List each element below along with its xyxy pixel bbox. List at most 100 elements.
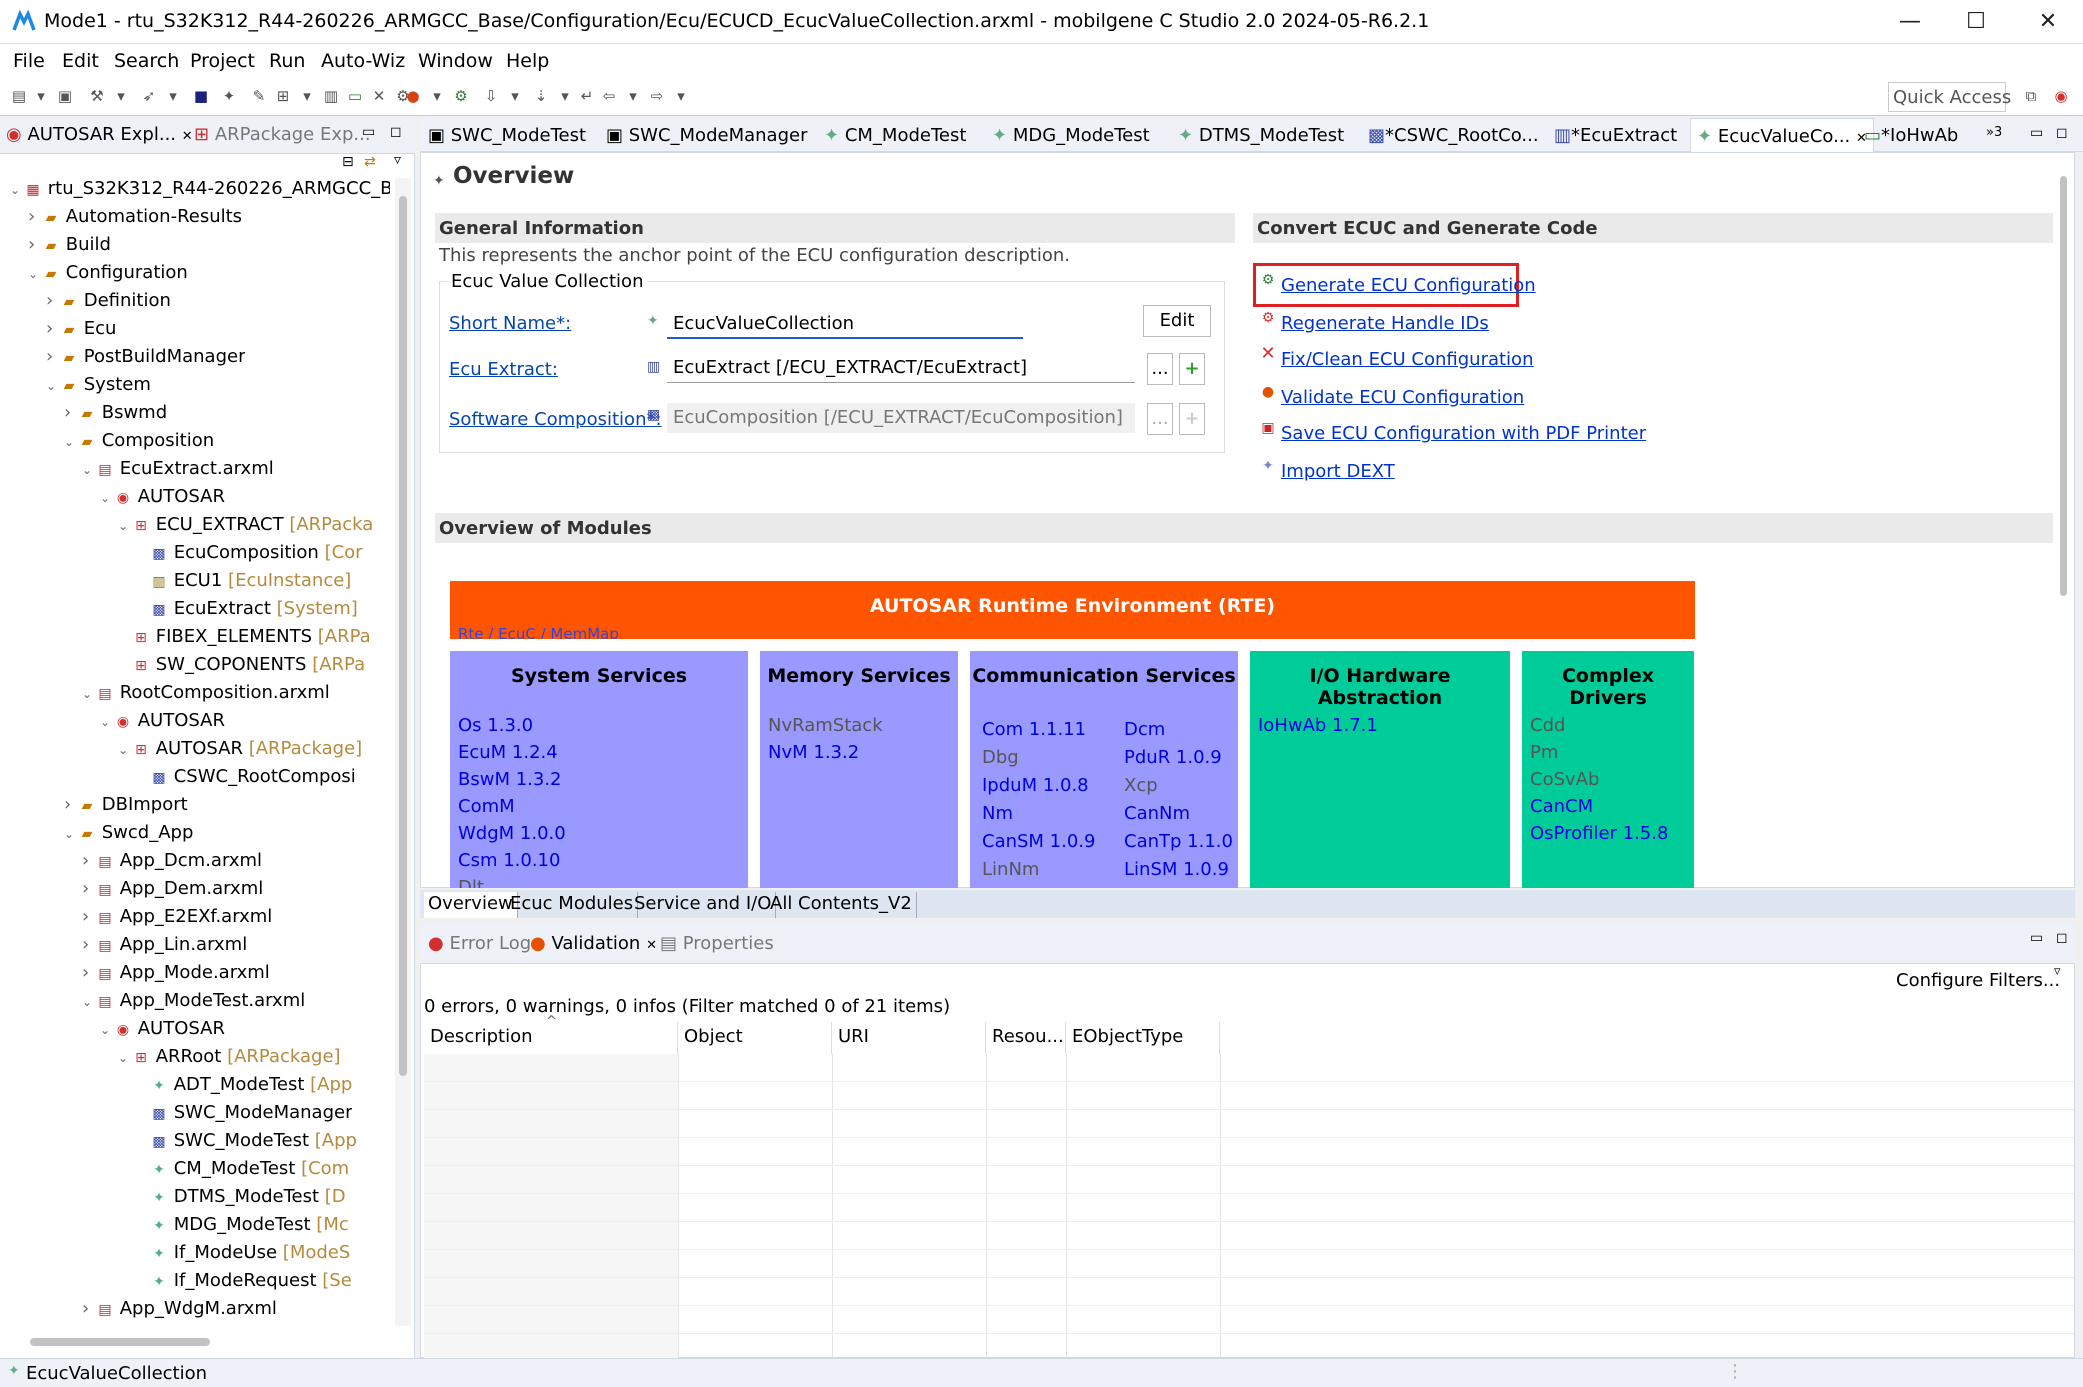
expand-chevron-icon[interactable]: › [82,931,96,959]
tree-vertical-scrollbar[interactable] [395,178,411,1326]
tab-properties[interactable]: ▤ Properties [660,933,774,954]
module-cansm[interactable]: CanSM 1.0.9 [982,831,1095,852]
generate-ecu-configuration-link[interactable]: Generate ECU Configuration [1281,275,1536,296]
maximize-button[interactable]: ☐ [1946,6,2006,38]
minimize-view-icon[interactable]: ▭ [362,124,375,140]
dropdown-arrow-icon[interactable]: ▾ [506,87,524,105]
expand-chevron-icon[interactable]: › [82,959,96,987]
collapse-chevron-icon[interactable]: ⌄ [10,176,24,203]
module-pm[interactable]: Pm [1530,742,1558,763]
column-object[interactable]: Object [678,1022,832,1054]
scroll-thumb[interactable] [399,196,407,1076]
collapse-chevron-icon[interactable]: ⌄ [64,428,78,455]
module-bswm[interactable]: BswM 1.3.2 [458,769,562,790]
tree-item[interactable]: › ▤ App_Lin.arxml [82,931,247,959]
tree-item[interactable]: ⌄ ▰ Composition [64,427,214,455]
tree-item[interactable]: › ▰ Definition [46,287,171,315]
expand-chevron-icon[interactable]: › [82,875,96,903]
expand-chevron-icon[interactable]: › [82,1295,96,1323]
tab-iohwab[interactable]: ▭*IoHwAb [1864,125,1958,146]
collapse-chevron-icon[interactable]: ⌄ [118,512,132,539]
software-composition-label[interactable]: Software Composition*: [449,409,662,430]
maximize-view-icon[interactable]: ◻ [390,124,402,140]
module-xcp[interactable]: Xcp [1124,775,1158,796]
module-dlt[interactable]: Dlt [458,877,484,888]
next-annotation-icon[interactable]: ⇣ [532,87,550,105]
module-csm[interactable]: Csm 1.0.10 [458,850,560,871]
tree-item[interactable]: ✦ DTMS_ModeTest [D [136,1183,346,1211]
dropdown-arrow-icon[interactable]: ▾ [428,87,446,105]
dropdown-arrow-icon[interactable]: ▾ [298,87,316,105]
import-tool-icon[interactable]: ⇩ [482,87,500,105]
tree-item[interactable]: ✦ If_ModeRequest [Se [136,1267,352,1295]
tab-validation[interactable]: ● Validation ✕ [530,933,657,954]
tree-item[interactable]: ⌄ ▰ Configuration [28,259,188,287]
module-nvramstack[interactable]: NvRamStack [768,715,883,736]
expand-chevron-icon[interactable]: › [46,315,60,343]
component-icon[interactable]: ▭ [346,87,364,105]
back-history-icon[interactable]: ↵ [578,87,596,105]
rte-block[interactable]: AUTOSAR Runtime Environment (RTE) Rte / … [450,581,1695,639]
minimize-button[interactable]: — [1880,6,1940,38]
tree-item[interactable]: ▥ ECU1 [EcuInstance] [136,567,351,595]
module-ipdum[interactable]: IpduM 1.0.8 [982,775,1089,796]
module-cdd[interactable]: Cdd [1530,715,1565,736]
dropdown-arrow-icon[interactable]: ▾ [164,87,182,105]
tree-item[interactable]: ⌄ ▦ rtu_S32K312_R44-260226_ARMGCC_Base [10,175,390,203]
tree-item[interactable]: ⌄ ◉ AUTOSAR [100,1015,225,1043]
collapse-chevron-icon[interactable]: ⌄ [100,1016,114,1043]
column-resource[interactable]: Resou... [986,1022,1066,1054]
tree-item[interactable]: › ▤ App_Dem.arxml [82,875,263,903]
dropdown-arrow-icon[interactable]: ▾ [112,87,130,105]
tree-item[interactable]: ⊞ SW_COPONENTS [ARPa [118,651,365,679]
tree-item[interactable]: › ▰ Build [28,231,111,259]
edit-config-icon[interactable]: ✎ [250,87,268,105]
configure-filters-button[interactable]: Configure Filters... [1896,970,2060,991]
menu-auto-wiz[interactable]: Auto-Wiz [321,50,405,72]
page-tab-overview[interactable]: Overview [424,892,518,918]
column-uri[interactable]: URI [832,1022,986,1054]
tab-overflow-button[interactable]: »3 [1986,125,2002,140]
open-perspective-icon[interactable]: ⧉ [2022,87,2040,105]
editor-vertical-scrollbar[interactable] [2058,170,2070,885]
minimize-editor-icon[interactable]: ▭ [2030,125,2043,141]
regenerate-handle-ids-link[interactable]: Regenerate Handle IDs [1281,313,1489,334]
tree-item[interactable]: ⌄ ▤ RootComposition.arxml [82,679,330,707]
module-icon[interactable]: ▥ [322,87,340,105]
tree-item[interactable]: ✦ MDG_ModeTest [Mc [136,1211,349,1239]
collapse-chevron-icon[interactable]: ⌄ [118,1044,132,1071]
module-ecum[interactable]: EcuM 1.2.4 [458,742,558,763]
tree-item[interactable]: ⌄ ▤ App_ModeTest.arxml [82,987,305,1015]
page-tab-all-contents[interactable]: All Contents_V2 [766,892,917,918]
module-dcm[interactable]: Dcm [1124,719,1165,740]
expand-chevron-icon[interactable]: › [64,791,78,819]
tab-swc-modemanager[interactable]: ▣ SWC_ModeManager [606,125,807,146]
menu-search[interactable]: Search [114,50,179,72]
dropdown-arrow-icon[interactable]: ▾ [624,87,642,105]
tree-item[interactable]: › ▤ App_Dcm.arxml [82,847,262,875]
module-com[interactable]: Com 1.1.11 [982,719,1086,740]
module-iohwab[interactable]: IoHwAb 1.7.1 [1258,715,1378,736]
collapse-chevron-icon[interactable]: ⌄ [82,456,96,483]
tab-cswc-rootco[interactable]: ▩*CSWC_RootCo... [1368,125,1539,146]
menu-run[interactable]: Run [269,50,305,72]
run-icon[interactable]: ➶ [140,87,158,105]
expand-chevron-icon[interactable]: › [28,203,42,231]
module-os[interactable]: Os 1.3.0 [458,715,533,736]
tab-error-log[interactable]: ● Error Log [428,933,531,954]
maximize-editor-icon[interactable]: ◻ [2056,125,2068,141]
tree-item[interactable]: ▩ CSWC_RootComposi [136,763,355,791]
dropdown-arrow-icon[interactable]: ▾ [32,87,50,105]
module-cantp[interactable]: CanTp 1.1.0 [1124,831,1233,852]
tree-item[interactable]: ▩ EcuExtract [System] [136,595,357,623]
tree-item[interactable]: ▩ SWC_ModeManager [136,1099,352,1127]
tab-ecuextract[interactable]: ▥*EcuExtract [1554,125,1677,146]
module-wdgm[interactable]: WdgM 1.0.0 [458,823,566,844]
menu-edit[interactable]: Edit [62,50,99,72]
collapse-chevron-icon[interactable]: ⌄ [82,988,96,1015]
short-name-label[interactable]: Short Name*: [449,313,571,334]
tab-swc-modetest[interactable]: ▣ SWC_ModeTest [428,125,586,146]
collapse-chevron-icon[interactable]: ⌄ [64,820,78,847]
collapse-all-icon[interactable]: ⊟ [342,154,354,170]
view-menu-icon[interactable]: ▿ [2054,964,2061,979]
